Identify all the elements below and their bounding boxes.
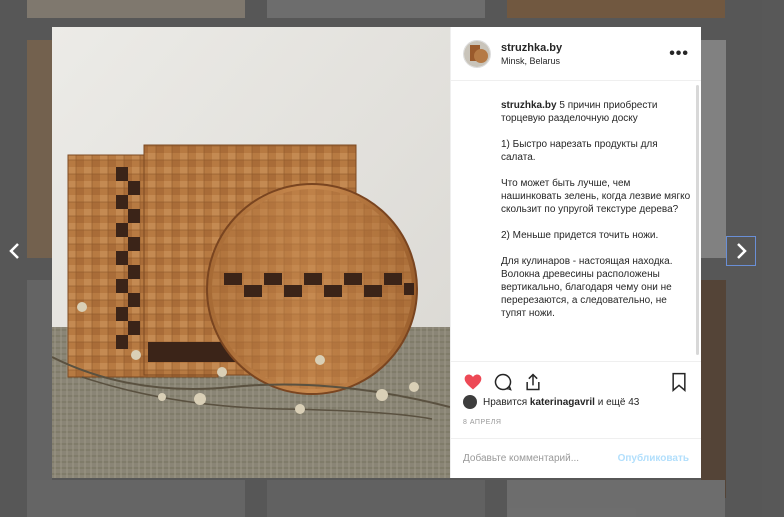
- post-sidebar: struzhka.by Minsk, Belarus ••• struzhka.…: [450, 27, 701, 478]
- caption-first-line: struzhka.by 5 причин приобрести торцевую…: [501, 99, 691, 125]
- likes-prefix: Нравится: [483, 396, 528, 408]
- next-post-button[interactable]: [726, 236, 756, 266]
- caption-paragraph: Для кулинаров - настоящая находка. Волок…: [501, 256, 673, 319]
- post-caption: struzhka.by 5 причин приобрести торцевую…: [451, 81, 701, 361]
- likes-count[interactable]: и ещё 43: [598, 397, 640, 408]
- username-link[interactable]: struzhka.by: [501, 42, 669, 54]
- previous-post-button[interactable]: [0, 236, 30, 266]
- caption-username-link[interactable]: struzhka.by: [501, 100, 557, 111]
- liker-avatar: [463, 395, 477, 409]
- liker-username-link[interactable]: katerinagavril: [530, 397, 595, 408]
- comment-form: Добавьте комментарий... Опубликовать: [451, 438, 701, 478]
- post-date[interactable]: 8 АПРЕЛЯ: [463, 419, 501, 426]
- caption-paragraph: 1) Быстро нарезать продукты для салата.: [501, 139, 658, 163]
- caption-scrollbar[interactable]: [696, 85, 699, 355]
- avatar-image: [464, 40, 490, 67]
- more-options-button[interactable]: •••: [669, 45, 689, 63]
- likes-summary[interactable]: Нравится katerinagavril и ещё 43: [463, 395, 639, 409]
- comment-input[interactable]: Добавьте комментарий...: [463, 453, 618, 464]
- share-icon[interactable]: [523, 372, 543, 392]
- location-link[interactable]: Minsk, Belarus: [501, 56, 669, 66]
- comment-icon[interactable]: [493, 372, 513, 392]
- post-header: struzhka.by Minsk, Belarus •••: [451, 27, 701, 81]
- chevron-left-icon: [9, 243, 19, 259]
- heart-icon[interactable]: [463, 372, 483, 392]
- cutting-boards-photo: [52, 27, 450, 478]
- caption-paragraph: Что может быть лучше, чем нашинковать зе…: [501, 178, 691, 215]
- caption-paragraph: 2) Меньше придется точить ножи.: [501, 230, 659, 241]
- post-modal: struzhka.by Minsk, Belarus ••• struzhka.…: [52, 27, 701, 478]
- post-photo[interactable]: [52, 27, 450, 478]
- publish-button[interactable]: Опубликовать: [618, 453, 689, 464]
- chevron-right-icon: [737, 243, 747, 259]
- bookmark-icon[interactable]: [669, 372, 689, 392]
- avatar[interactable]: [463, 39, 491, 68]
